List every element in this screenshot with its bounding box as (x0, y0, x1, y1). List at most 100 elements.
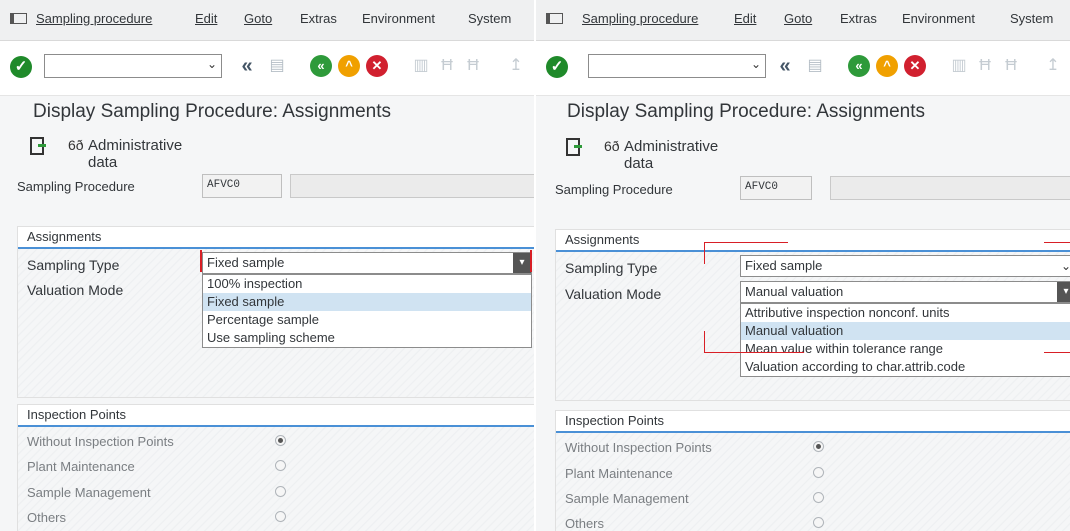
red-cancel-icon[interactable]: ✕ (366, 55, 388, 77)
inspection-points-title: Inspection Points (18, 405, 534, 427)
ip-label: Plant Maintenance (27, 459, 135, 474)
annotation-line (704, 242, 705, 264)
annotation-line (200, 250, 202, 272)
panel-right: Sampling procedure Edit Goto Extras Envi… (536, 0, 1070, 531)
sampling-procedure-field: AFVC0 (740, 176, 812, 200)
print-icon: ▥ (951, 57, 967, 74)
toolbar: ✓ ⌄ « ▤ « ^ ✕ ▥ Ħ Ħ ↥ (0, 41, 534, 96)
annotation-line (1044, 352, 1070, 353)
menu-goto[interactable]: Goto (244, 11, 272, 26)
sampling-type-label: Sampling Type (27, 257, 120, 273)
ip-label: Without Inspection Points (565, 440, 712, 455)
radio-without-inspection-points[interactable] (275, 435, 286, 446)
find-next-icon: Ħ (467, 57, 479, 74)
yellow-exit-icon[interactable]: ^ (338, 55, 360, 77)
dropdown-option[interactable]: Percentage sample (203, 311, 531, 329)
ip-label: Sample Management (565, 491, 689, 506)
sampling-procedure-label: Sampling Procedure (17, 179, 135, 194)
find-icon: Ħ (979, 57, 991, 74)
radio-others[interactable] (813, 517, 824, 528)
radio-sample-management[interactable] (813, 492, 824, 503)
ip-label: Others (27, 510, 67, 525)
green-check-icon[interactable]: ✓ (546, 56, 568, 78)
page-title: Display Sampling Procedure: Assignments (33, 101, 392, 122)
page-title: Display Sampling Procedure: Assignments (567, 101, 926, 122)
radio-others[interactable] (275, 511, 286, 522)
glasses-icon[interactable]: 6ð (68, 137, 84, 153)
dropdown-option-selected[interactable]: Manual valuation (741, 322, 1070, 340)
sampling-type-select[interactable]: Fixed sample ⌄ (740, 255, 1070, 277)
radio-sample-management[interactable] (275, 486, 286, 497)
ip-label: Others (565, 516, 605, 531)
double-chevron-left-icon[interactable]: « (236, 55, 258, 77)
radio-plant-maintenance[interactable] (275, 460, 286, 471)
sampling-type-label: Sampling Type (565, 260, 658, 276)
sampling-procedure-field: AFVC0 (202, 174, 282, 198)
menu-sampling-procedure[interactable]: Sampling procedure (582, 11, 698, 26)
dropdown-option[interactable]: Mean value within tolerance range (741, 340, 1070, 358)
menu-icon[interactable] (10, 13, 27, 25)
save-icon: ▤ (269, 57, 285, 74)
dropdown-option[interactable]: 100% inspection (203, 275, 531, 293)
chevron-down-icon[interactable]: ⌄ (207, 57, 217, 71)
sampling-type-select[interactable]: Fixed sample ▾ (202, 252, 532, 274)
green-back-icon[interactable]: « (848, 55, 870, 77)
sampling-procedure-label: Sampling Procedure (555, 182, 673, 197)
assignments-title: Assignments (18, 227, 534, 249)
menu-edit[interactable]: Edit (195, 11, 217, 26)
menu-environment[interactable]: Environment (902, 11, 975, 26)
administrative-data-button[interactable]: Administrative data (624, 138, 718, 172)
menu-system[interactable]: System (468, 11, 511, 26)
menu-system[interactable]: System (1010, 11, 1053, 26)
sampling-type-value: Fixed sample (207, 255, 285, 270)
dropdown-arrow-icon[interactable]: ▾ (513, 253, 531, 273)
menu-bar: Sampling procedure Edit Goto Extras Envi… (536, 0, 1070, 41)
dropdown-option-selected[interactable]: Fixed sample (203, 293, 531, 311)
annotation-line (704, 242, 788, 243)
save-icon: ▤ (807, 57, 823, 74)
execute-icon[interactable] (566, 138, 582, 156)
green-back-icon[interactable]: « (310, 55, 332, 77)
dropdown-option[interactable]: Valuation according to char.attrib.code (741, 358, 1070, 376)
valuation-mode-value: Manual valuation (745, 284, 844, 299)
assignments-title: Assignments (556, 230, 1070, 252)
sampling-procedure-description (830, 176, 1070, 200)
sampling-type-value: Fixed sample (745, 258, 823, 273)
valuation-mode-select[interactable]: Manual valuation ▾ (740, 281, 1070, 303)
valuation-mode-dropdown-list[interactable]: Attributive inspection nonconf. units Ma… (740, 303, 1070, 377)
sampling-type-dropdown-list[interactable]: 100% inspection Fixed sample Percentage … (202, 274, 532, 348)
green-check-icon[interactable]: ✓ (10, 56, 32, 78)
radio-without-inspection-points[interactable] (813, 441, 824, 452)
menu-icon[interactable] (546, 13, 563, 25)
sampling-procedure-description (290, 174, 534, 198)
first-page-icon: ↥ (509, 57, 523, 74)
panel-left: Sampling procedure Edit Goto Extras Envi… (0, 0, 534, 531)
command-field[interactable]: ⌄ (588, 54, 766, 78)
menu-bar: Sampling procedure Edit Goto Extras Envi… (0, 0, 534, 41)
toolbar: ✓ ⌄ « ▤ « ^ ✕ ▥ Ħ Ħ ↥ (536, 41, 1070, 96)
radio-plant-maintenance[interactable] (813, 467, 824, 478)
find-next-icon: Ħ (1005, 57, 1017, 74)
print-icon: ▥ (413, 57, 429, 74)
double-chevron-left-icon[interactable]: « (774, 55, 796, 77)
glasses-icon[interactable]: 6ð (604, 138, 620, 154)
chevron-down-icon[interactable]: ⌄ (751, 57, 761, 71)
menu-extras[interactable]: Extras (300, 11, 337, 26)
yellow-exit-icon[interactable]: ^ (876, 55, 898, 77)
menu-environment[interactable]: Environment (362, 11, 435, 26)
red-cancel-icon[interactable]: ✕ (904, 55, 926, 77)
administrative-data-button[interactable]: Administrative data (88, 137, 182, 171)
annotation-line (704, 331, 705, 353)
menu-extras[interactable]: Extras (840, 11, 877, 26)
command-field[interactable]: ⌄ (44, 54, 222, 78)
menu-sampling-procedure[interactable]: Sampling procedure (36, 11, 152, 26)
menu-goto[interactable]: Goto (784, 11, 812, 26)
execute-icon[interactable] (30, 137, 46, 155)
dropdown-option[interactable]: Attributive inspection nonconf. units (741, 304, 1070, 322)
annotation-line (530, 250, 532, 272)
dropdown-arrow-icon[interactable]: ▾ (1057, 282, 1070, 302)
chevron-down-icon[interactable]: ⌄ (1057, 256, 1070, 276)
menu-edit[interactable]: Edit (734, 11, 756, 26)
dropdown-option[interactable]: Use sampling scheme (203, 329, 531, 347)
find-icon: Ħ (441, 57, 453, 74)
